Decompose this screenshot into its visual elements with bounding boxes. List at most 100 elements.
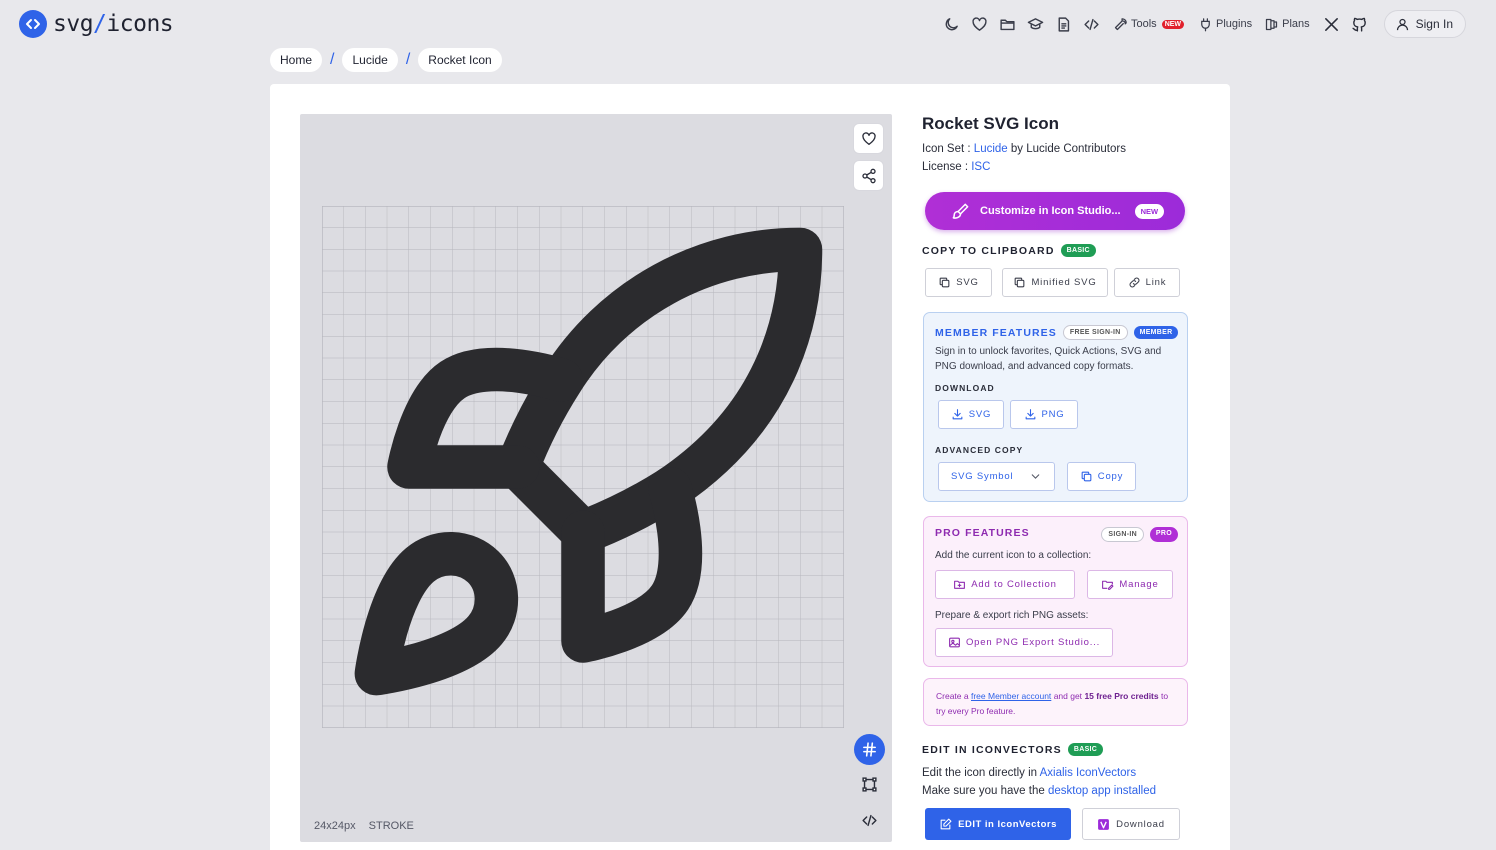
columns-icon [1265, 18, 1278, 30]
free-member-account-link[interactable]: free Member account [971, 691, 1051, 701]
page-title: Rocket SVG Icon [922, 114, 1059, 133]
nav-plans-label: Plans [1282, 18, 1310, 30]
copy-link-label: Link [1145, 277, 1167, 288]
credits-note: Create a free Member account and get 15 … [923, 678, 1188, 726]
sign-in-button[interactable]: Sign In [1383, 10, 1466, 38]
breadcrumb-lucide[interactable]: Lucide [342, 48, 398, 72]
edit-in-iconvectors-button[interactable]: EDIT in IconVectors [925, 808, 1071, 840]
preview-meta: 24x24px STROKE [314, 820, 422, 832]
icon-set-author: by Lucide Contributors [1010, 143, 1126, 155]
icon-set-label: Icon Set : [922, 143, 971, 155]
credits-amount: 15 free Pro credits [1084, 691, 1159, 701]
download-subheading: DOWNLOAD [935, 383, 995, 393]
manage-label: Manage [1119, 579, 1159, 590]
breadcrumb-home[interactable]: Home [270, 48, 323, 72]
download-png-button[interactable]: PNG [1010, 400, 1078, 429]
image-icon [949, 637, 960, 648]
advanced-copy-button[interactable]: Copy [1067, 462, 1136, 491]
icon-detail-card: 24x24px STROKE Rocket SVG Icon Icon Set … [270, 84, 1230, 850]
github-icon[interactable] [1346, 11, 1374, 37]
png-export-studio-button[interactable]: Open PNG Export Studio... [935, 628, 1113, 657]
license-link[interactable]: ISC [971, 161, 990, 173]
pro-features-box: PRO FEATURES SIGN-IN PRO Add the current… [923, 516, 1188, 667]
document-icon[interactable] [1049, 11, 1077, 37]
add-to-collection-button[interactable]: Add to Collection [935, 570, 1075, 599]
png-export-studio-label: Open PNG Export Studio... [965, 637, 1101, 648]
nav-tools-label: Tools [1131, 18, 1157, 30]
logo[interactable]: svg/icons [19, 10, 174, 38]
icon-set-link[interactable]: Lucide [974, 143, 1008, 155]
sign-in-label: Sign In [1415, 17, 1453, 31]
iconvectors-text: Edit the icon directly in [922, 767, 1038, 779]
copy-clipboard-heading: COPY TO CLIPBOARD BASIC [922, 244, 1096, 257]
toggle-bounds-button[interactable] [854, 769, 885, 800]
moon-icon[interactable] [937, 11, 965, 37]
iconvectors-heading: EDIT IN ICONVECTORS BASIC [922, 743, 1104, 756]
download-icon [1025, 409, 1035, 420]
axialis-iconvectors-link[interactable]: Axialis IconVectors [1040, 767, 1137, 779]
folder-icon[interactable] [993, 11, 1021, 37]
copy-svg-label: SVG [956, 277, 979, 288]
add-to-collection-label: Add to Collection [971, 579, 1057, 590]
download-svg-label: SVG [968, 409, 992, 420]
share-button[interactable] [853, 160, 884, 191]
wrench-icon [1114, 17, 1127, 30]
download-svg-button[interactable]: SVG [938, 400, 1004, 429]
desktop-app-link[interactable]: desktop app installed [1048, 785, 1156, 797]
customize-icon-studio-button[interactable]: Customize in Icon Studio... NEW [925, 192, 1185, 230]
folder-edit-icon [1102, 580, 1114, 590]
pro-badges: SIGN-IN PRO [1101, 527, 1178, 542]
nav-plans[interactable]: Plans [1264, 11, 1310, 37]
collection-text: Add the current icon to a collection: [935, 550, 1092, 561]
customize-new-badge: NEW [1134, 203, 1165, 219]
member-description: Sign in to unlock favorites, Quick Actio… [935, 344, 1161, 374]
breadcrumb-separator: / [405, 51, 411, 68]
iconvectors-line1: Edit the icon directly in Axialis IconVe… [922, 767, 1136, 779]
x-twitter-icon[interactable] [1318, 11, 1346, 37]
copy-svg-button[interactable]: SVG [925, 268, 992, 297]
signin-badge: SIGN-IN [1101, 527, 1144, 542]
iconvectors-app-icon [1098, 818, 1110, 830]
copy-clipboard-title: COPY TO CLIPBOARD [922, 244, 1055, 257]
pro-badge: PRO [1149, 527, 1178, 542]
copy-format-select[interactable]: SVG Symbol [938, 462, 1055, 491]
code-icon[interactable] [1077, 11, 1105, 37]
credits-text: and get [1053, 691, 1083, 701]
download-iconvectors-button[interactable]: Download [1082, 808, 1180, 840]
basic-badge: BASIC [1060, 244, 1096, 257]
code-brackets-icon [19, 10, 47, 38]
member-features-heading: MEMBER FEATURES FREE SIGN-IN MEMBER [935, 325, 1179, 340]
iconvectors-line2: Make sure you have the desktop app insta… [922, 785, 1156, 797]
member-features-box: MEMBER FEATURES FREE SIGN-IN MEMBER Sign… [923, 312, 1188, 502]
share-icon [861, 168, 876, 183]
copy-icon [1015, 277, 1025, 288]
export-text: Prepare & export rich PNG assets: [935, 610, 1089, 621]
download-icon [952, 409, 963, 420]
iconvectors-text: Make sure you have the [922, 785, 1045, 797]
paintbrush-icon [952, 203, 969, 219]
tools-new-badge: NEW [1161, 19, 1185, 29]
member-features-title: MEMBER FEATURES [935, 326, 1057, 339]
external-edit-icon [940, 818, 952, 829]
advanced-copy-label: Copy [1097, 471, 1124, 482]
user-icon [1396, 18, 1408, 30]
heart-icon[interactable] [965, 11, 993, 37]
graduation-cap-icon[interactable] [1021, 11, 1049, 37]
manage-collections-button[interactable]: Manage [1087, 570, 1173, 599]
member-badge: MEMBER [1133, 326, 1179, 339]
member-description-line: Sign in to unlock favorites, Quick Actio… [935, 346, 1162, 357]
chevron-down-icon [1031, 474, 1040, 479]
icon-set-line: Icon Set : Lucide by Lucide Contributors [922, 143, 1126, 155]
breadcrumb: Home / Lucide / Rocket Icon [270, 48, 502, 72]
icon-style-label: STROKE [368, 820, 414, 832]
copy-link-button[interactable]: Link [1114, 268, 1180, 297]
view-code-button[interactable] [854, 805, 885, 836]
nav-tools[interactable]: Tools NEW [1113, 11, 1185, 37]
favorite-button[interactable] [853, 123, 884, 154]
copy-minified-svg-button[interactable]: Minified SVG [1002, 268, 1108, 297]
nav-plugins[interactable]: Plugins [1198, 11, 1252, 37]
link-icon [1129, 277, 1140, 288]
edit-in-iconvectors-label: EDIT in IconVectors [958, 818, 1057, 830]
member-description-line: PNG download, and advanced copy formats. [935, 361, 1134, 372]
toggle-grid-button[interactable] [854, 734, 885, 765]
